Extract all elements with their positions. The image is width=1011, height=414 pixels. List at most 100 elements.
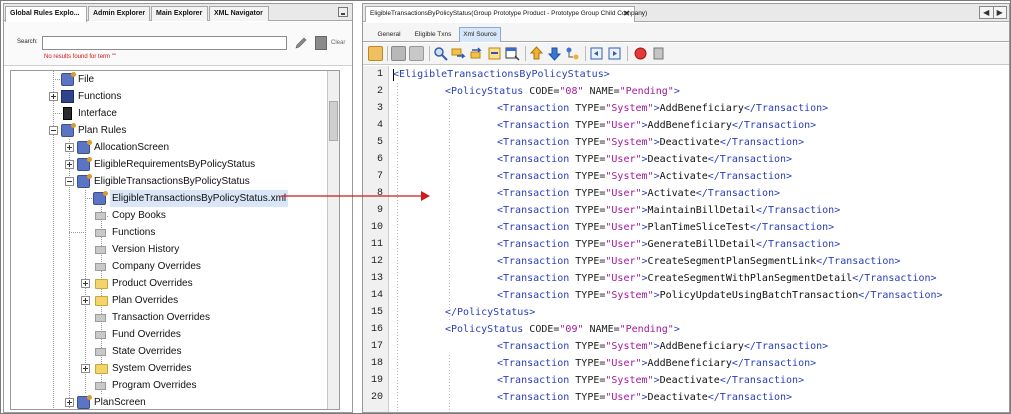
code-token: </Transaction> [731,120,817,131]
arrow-left-icon[interactable]: ◀ [980,7,994,18]
code-token: "Pending" [619,86,674,97]
search-input[interactable] [42,36,287,50]
expand-icon[interactable] [65,398,74,407]
code-token: "User" [605,273,642,284]
expand-icon[interactable] [49,92,58,101]
search-icon[interactable] [433,46,448,61]
tree-scrollbar[interactable] [327,71,339,409]
code-token: AddBeneficiary [647,358,732,369]
rule-icon [61,123,76,137]
code-line: <Transaction TYPE="System">PolicyUpdateU… [497,287,943,304]
expand-icon[interactable] [81,279,90,288]
code-line: <Transaction TYPE="User">CreateSegmentWi… [497,270,937,287]
tab-xml-source[interactable]: Xml Source [459,27,501,42]
code-token: > [673,86,680,97]
code-token: "09" [559,324,584,335]
code-line: <PolicyStatus CODE="08" NAME="Pending"> [445,83,680,100]
clear-button[interactable]: Clear [331,40,345,46]
code-token: "System" [605,103,654,114]
search-result-message: No results found for term "" [44,54,116,60]
window-icon[interactable] [505,46,520,61]
record-icon[interactable] [633,46,648,61]
code-line: <Transaction TYPE="System">AddBeneficiar… [497,100,828,117]
tab-general[interactable]: General [371,27,407,42]
stop-icon[interactable] [651,46,666,61]
code-token: CODE= [529,324,560,335]
line-number: 6 [376,154,383,165]
code-token: Deactivate [647,392,708,403]
line-number: 5 [376,137,383,148]
line-number: 12 [370,256,383,267]
rule-icon [77,157,92,171]
code-line: <Transaction TYPE="System">Activate</Tra… [497,168,792,185]
line-number: 19 [370,375,383,386]
document-icon [95,314,106,322]
replace-icon[interactable] [451,46,466,61]
indent-right-icon[interactable] [607,46,622,61]
copy-icon[interactable] [409,46,424,61]
document-icon [95,229,106,237]
line-number: 16 [370,324,383,335]
code-token: <Transaction [497,256,576,267]
code-token: <Transaction [497,103,576,114]
tab-main-explorer[interactable]: Main Explorer [151,6,208,21]
folder-icon [95,364,108,374]
scrollbar-thumb[interactable] [329,101,338,141]
code-token: "System" [605,375,654,386]
collapse-icon[interactable] [49,126,58,135]
expand-icon[interactable] [65,143,74,152]
code-token: "User" [605,222,642,233]
document-tab[interactable]: EligibleTransactionsByPolicyStatus(Group… [365,6,647,22]
code-token: CreateSegmentWithPlanSegmentDetail [647,273,853,284]
document-tabbar: EligibleTransactionsByPolicyStatus(Group… [363,4,1009,22]
line-number: 10 [370,222,383,233]
move-up-icon[interactable] [529,46,544,61]
code-token: <PolicyStatus [445,86,530,97]
code-token: </Transaction> [719,137,805,148]
tab-xml-navigator[interactable]: XML Navigator [209,6,269,21]
close-icon[interactable]: ✕ [623,7,630,21]
code-token: <Transaction [497,171,576,182]
tab-global-rules-explorer[interactable]: Global Rules Explo... [5,6,87,22]
code-token: </Transaction> [749,222,835,233]
code-token: </Transaction> [707,154,793,165]
editor-panel: EligibleTransactionsByPolicyStatus(Group… [362,3,1010,413]
code-token: PolicyUpdateUsingBatchTransaction [659,290,859,301]
line-number: 18 [370,358,383,369]
document-icon [95,382,106,390]
code-token: NAME= [583,324,620,335]
code-token: </Transaction> [743,103,829,114]
rule-icon [77,395,92,409]
collapse-icon[interactable] [65,177,74,186]
expand-icon[interactable] [65,160,74,169]
indent-left-icon[interactable] [589,46,604,61]
clear-icon[interactable] [315,36,327,50]
pencil-icon[interactable] [294,36,308,50]
tab-admin-explorer[interactable]: Admin Explorer [88,6,150,21]
code-token: TYPE= [575,290,606,301]
code-token: CODE= [529,86,560,97]
code-line: <Transaction TYPE="System">Deactivate</T… [497,372,804,389]
search-area: Search: No results found for term "" Cle… [4,22,352,66]
code-token: TYPE= [575,188,606,199]
code-token: <Transaction [497,375,576,386]
app-window: Global Rules Explo... Admin Explorer Mai… [0,0,1011,414]
code-token: "System" [605,137,654,148]
tab-eligible-txns[interactable]: Eligible Txns [411,27,455,42]
move-down-icon[interactable] [547,46,562,61]
expand-icon[interactable] [81,364,90,373]
arrow-right-icon[interactable]: ▶ [994,7,1007,18]
code-token: > [673,324,680,335]
code-token: </Transaction> [707,392,793,403]
xml-source-editor[interactable]: 1 2 3 4 5 6 7 8 9 10 11 12 13 14 15 16 17 18 19 20 <Eligibl… [363,66,1009,412]
save-icon[interactable] [368,46,383,61]
minimize-button[interactable] [338,7,348,17]
code-line: <Transaction TYPE="User">AddBeneficiary<… [497,117,816,134]
line-number: 7 [376,171,383,182]
bookmark-icon[interactable] [487,46,502,61]
code-token: AddBeneficiary [647,120,732,131]
expand-icon[interactable] [81,296,90,305]
tree-view-icon[interactable] [565,46,580,61]
cut-icon[interactable] [391,46,406,61]
find-next-icon[interactable] [469,46,484,61]
